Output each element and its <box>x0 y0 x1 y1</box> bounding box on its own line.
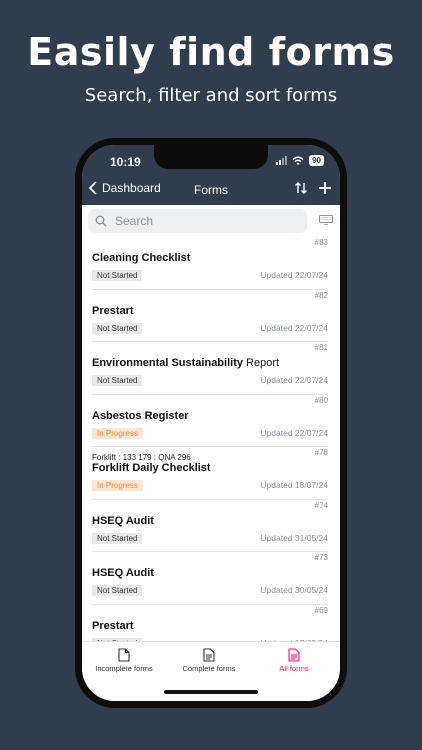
search-icon <box>95 215 107 227</box>
navbar: Dashboard Forms <box>82 181 340 201</box>
updated-date: Updated 22/07/24 <box>260 322 328 333</box>
tab-incomplete-forms[interactable]: Incomplete forms <box>92 648 156 673</box>
battery-icon: 90 <box>309 155 324 166</box>
form-ref: Forklift : 133 179 : QNA 296 <box>92 453 191 462</box>
status-badge: Not Started <box>92 585 143 596</box>
form-number: #80 <box>314 395 328 405</box>
status-time: 10:19 <box>110 155 141 169</box>
list-item[interactable]: #74 HSEQ Audit Not Started Updated 31/05… <box>92 500 328 552</box>
add-icon[interactable] <box>318 181 332 195</box>
form-number: #74 <box>314 500 328 510</box>
status-badge: Not Started <box>92 532 143 544</box>
status-badge: Not Started <box>92 270 143 281</box>
chevron-left-icon <box>88 181 97 195</box>
updated-date: Updated 18/07/24 <box>260 480 328 490</box>
form-number: #73 <box>314 553 328 562</box>
status-icons: 90 <box>276 155 324 166</box>
wifi-icon <box>292 156 304 165</box>
back-label: Dashboard <box>102 181 161 195</box>
updated-date: Updated 22/07/24 <box>260 427 328 438</box>
form-number: #83 <box>314 238 328 247</box>
form-title: Asbestos Register <box>92 409 189 422</box>
list-item[interactable]: #81 Environmental Sustainability Report … <box>92 342 328 395</box>
status-badge: In Progress <box>92 480 143 491</box>
tab-label: Incomplete forms <box>95 664 153 673</box>
tab-all-forms[interactable]: All forms <box>272 648 316 673</box>
status-badge: Not Started <box>92 322 143 334</box>
form-number: #78 <box>314 448 328 457</box>
home-indicator <box>164 690 258 694</box>
list-item[interactable]: #78 Forklift : 133 179 : QNA 296 Forklif… <box>92 447 328 500</box>
search-input[interactable] <box>115 214 295 228</box>
phone-screen: 10:19 90 Dashboard Forms Search #83 Clea… <box>82 145 340 701</box>
form-title: Environmental Sustainability Report <box>92 357 280 369</box>
updated-date: Updated 22/07/24 <box>260 375 328 385</box>
tab-label: Complete forms <box>182 664 236 673</box>
document-outline-icon <box>118 648 130 662</box>
form-number: #82 <box>314 290 328 300</box>
phone-notch <box>154 145 268 169</box>
app-header: 10:19 90 Dashboard Forms <box>82 145 340 205</box>
list-item[interactable]: #73 HSEQ Audit Not Started Updated 30/05… <box>92 552 328 605</box>
updated-date: Updated 31/05/24 <box>260 532 328 543</box>
tab-bar: Incomplete forms Complete forms All form… <box>82 641 340 701</box>
form-title: Forklift Daily Checklist <box>92 462 211 474</box>
back-button[interactable]: Dashboard <box>88 181 161 195</box>
search-bar[interactable] <box>88 209 307 233</box>
tab-label: All forms <box>279 664 309 673</box>
updated-date: Updated 30/05/24 <box>260 585 328 595</box>
sort-icon[interactable] <box>294 181 308 195</box>
form-number: #81 <box>314 343 328 352</box>
list-item[interactable]: #80 Asbestos Register In Progress Update… <box>92 395 328 447</box>
status-badge: In Progress <box>92 427 143 439</box>
form-title: HSEQ Audit <box>92 514 154 527</box>
promo-headline: Easily find forms <box>27 30 395 74</box>
updated-date: Updated 22/07/24 <box>260 270 328 280</box>
tab-complete-forms[interactable]: Complete forms <box>178 648 240 673</box>
document-stack-icon <box>288 648 300 662</box>
form-title: Cleaning Checklist <box>92 252 191 264</box>
form-title: HSEQ Audit <box>92 567 154 579</box>
form-title: Prestart <box>92 304 134 317</box>
status-badge: Not Started <box>92 375 143 386</box>
form-title: Prestart <box>92 619 134 632</box>
document-lines-icon <box>203 648 215 662</box>
nav-actions <box>294 181 332 195</box>
form-number: #69 <box>314 605 328 615</box>
list-item[interactable]: #83 Cleaning Checklist Not Started Updat… <box>92 237 328 290</box>
promo-subline: Search, filter and sort forms <box>84 85 338 106</box>
search-row <box>82 205 340 241</box>
keyboard-icon[interactable] <box>319 215 333 225</box>
signal-icon <box>276 156 288 165</box>
list-item[interactable]: #82 Prestart Not Started Updated 22/07/2… <box>92 290 328 342</box>
forms-list: #83 Cleaning Checklist Not Started Updat… <box>82 237 340 649</box>
